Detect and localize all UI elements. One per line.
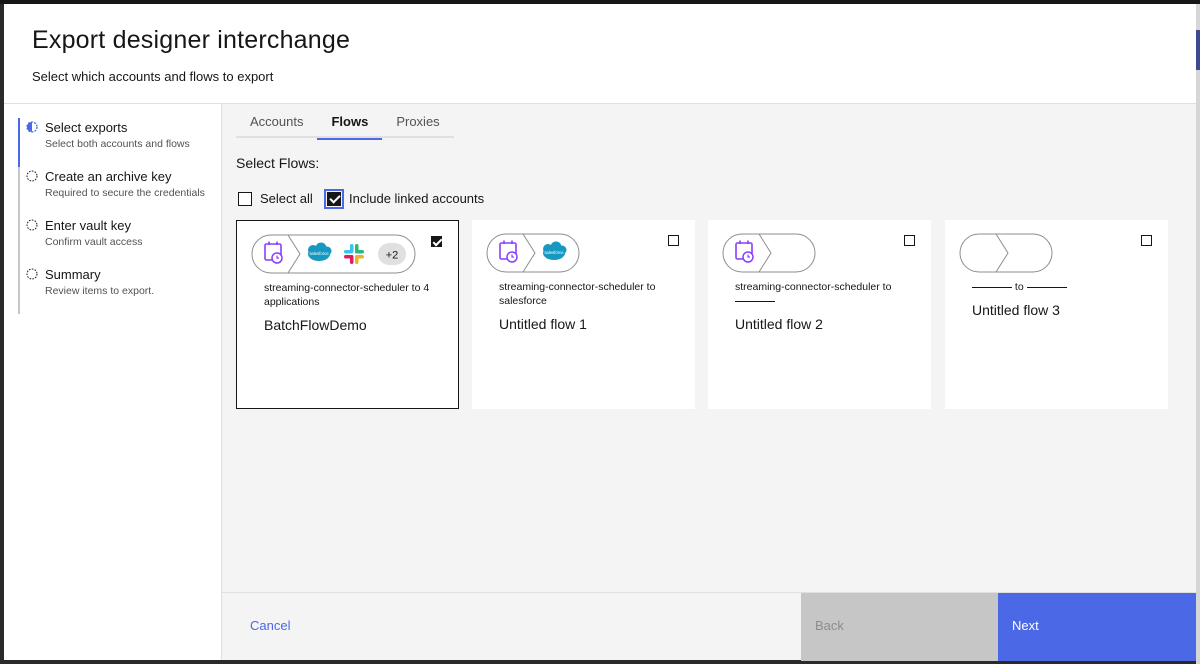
- flow-to-label: to: [1014, 281, 1024, 293]
- more-apps-count: +2: [386, 250, 399, 262]
- flow-description: streaming-connector-scheduler to 4 appli…: [264, 282, 430, 308]
- step-enter-vault-key[interactable]: Enter vault key Confirm vault access: [18, 216, 218, 265]
- tab-accounts[interactable]: Accounts: [236, 110, 317, 138]
- progress-indicator: Select exports Select both accounts and …: [4, 104, 222, 660]
- flow-connector-pill: [722, 233, 816, 273]
- modal-footer: Cancel Back Next: [222, 592, 1196, 661]
- blank-source: [972, 287, 1012, 288]
- flow-card-untitled-flow-3[interactable]: to Untitled flow 3: [945, 220, 1168, 409]
- half-circle-icon: [26, 121, 38, 133]
- blank-target: [1026, 287, 1067, 288]
- flow-name: Untitled flow 2: [735, 316, 823, 332]
- step-summary[interactable]: Summary Review items to export.: [18, 265, 218, 314]
- modal-header: Export designer interchange Select which…: [4, 4, 1196, 104]
- step-label: Summary: [45, 267, 101, 282]
- checkbox-label: Select all: [260, 191, 313, 206]
- tab-proxies[interactable]: Proxies: [382, 110, 453, 138]
- flow-connector-pill: salesforce +2: [251, 234, 416, 274]
- export-content: Accounts Flows Proxies Select Flows: Sel…: [222, 104, 1196, 592]
- step-description: Select both accounts and flows: [45, 138, 190, 150]
- step-label: Select exports: [45, 120, 128, 135]
- flow-checkbox[interactable]: [1141, 235, 1152, 246]
- step-bar: [18, 265, 20, 314]
- back-button[interactable]: Back: [801, 593, 998, 661]
- flow-description: streaming-connector-scheduler to: [735, 280, 915, 308]
- flow-checkbox[interactable]: [431, 236, 442, 247]
- flow-name: BatchFlowDemo: [264, 317, 367, 333]
- flow-checkbox[interactable]: [904, 235, 915, 246]
- modal-title: Export designer interchange: [32, 26, 351, 54]
- step-create-archive-key[interactable]: Create an archive key Required to secure…: [18, 167, 218, 216]
- flow-checkbox[interactable]: [668, 235, 679, 246]
- flow-name: Untitled flow 1: [499, 316, 587, 332]
- flow-connector-pill: [959, 233, 1053, 273]
- checkbox-label: Include linked accounts: [349, 191, 485, 206]
- checkbox-box[interactable]: [324, 188, 344, 209]
- salesforce-logo-text: salesforce: [544, 250, 564, 255]
- step-bar: [18, 216, 20, 265]
- section-label: Select Flows:: [236, 155, 320, 171]
- step-description: Confirm vault access: [45, 236, 143, 248]
- dashed-circle-icon: [26, 219, 38, 231]
- dashed-circle-icon: [26, 268, 38, 280]
- step-label: Create an archive key: [45, 169, 172, 184]
- export-modal: Export designer interchange Select which…: [4, 4, 1196, 661]
- include-linked-accounts-checkbox[interactable]: Include linked accounts: [324, 188, 485, 209]
- step-bar: [18, 118, 20, 167]
- flow-card-untitled-flow-2[interactable]: streaming-connector-scheduler to Untitle…: [708, 220, 931, 409]
- step-select-exports[interactable]: Select exports Select both accounts and …: [18, 118, 218, 167]
- backdrop: [1196, 4, 1200, 664]
- salesforce-logo-text: salesforce: [309, 251, 329, 256]
- step-label: Enter vault key: [45, 218, 131, 233]
- select-all-checkbox[interactable]: Select all: [238, 191, 313, 206]
- flow-description: streaming-connector-scheduler to salesfo…: [499, 281, 656, 307]
- flow-card-untitled-flow-1[interactable]: salesforce streaming-connector-scheduler…: [472, 220, 695, 409]
- flow-description: to: [972, 280, 1152, 294]
- flow-description-text: streaming-connector-scheduler to: [735, 281, 892, 293]
- backdrop-accent: [1196, 30, 1200, 70]
- flow-connector-pill: salesforce: [486, 233, 580, 273]
- step-bar: [18, 167, 20, 216]
- flow-card-batchflowdemo[interactable]: salesforce +2 streaming-connector-schedu…: [236, 220, 459, 409]
- dashed-circle-icon: [26, 170, 38, 182]
- flow-name: Untitled flow 3: [972, 302, 1060, 318]
- step-description: Required to secure the credentials: [45, 187, 205, 199]
- tab-list: Accounts Flows Proxies: [236, 110, 454, 140]
- modal-subtitle: Select which accounts and flows to expor…: [32, 69, 274, 84]
- checkbox-box[interactable]: [238, 191, 252, 206]
- tab-flows[interactable]: Flows: [317, 110, 383, 140]
- blank-target: [735, 301, 775, 302]
- step-description: Review items to export.: [45, 285, 155, 297]
- cancel-button[interactable]: Cancel: [250, 618, 290, 633]
- next-button[interactable]: Next: [998, 593, 1196, 661]
